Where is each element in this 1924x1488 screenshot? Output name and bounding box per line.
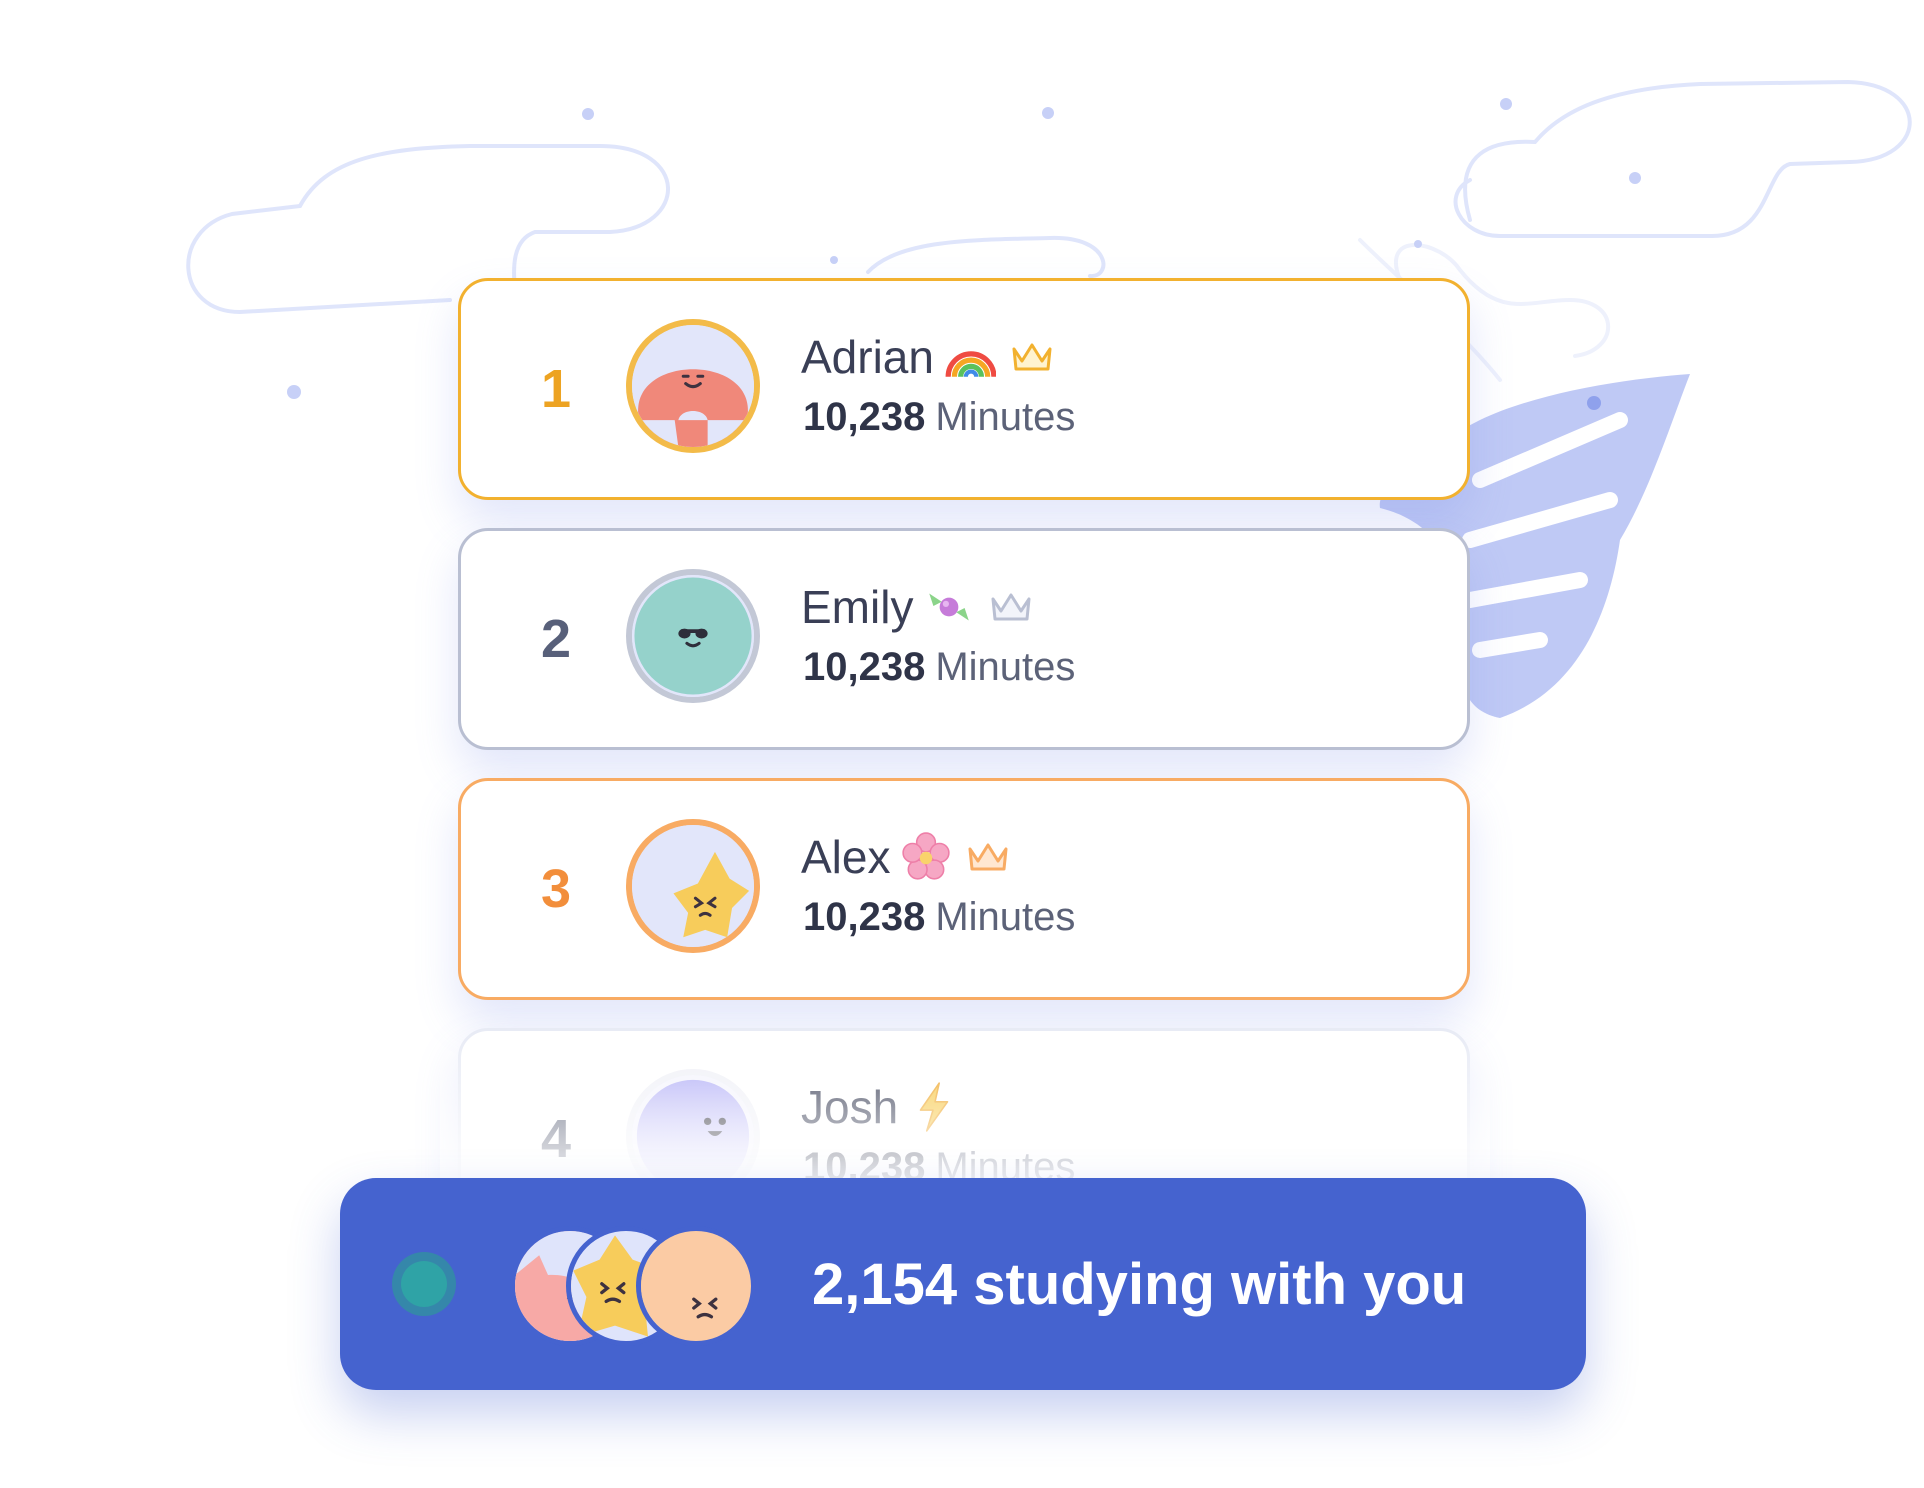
crown-icon [966, 839, 1010, 875]
minutes-value: 10,238 [803, 395, 926, 439]
user-avatar[interactable] [626, 569, 760, 703]
leaderboard-row-2[interactable]: 2 Emily 10,238 Minutes [458, 528, 1470, 750]
crown-icon [989, 589, 1033, 625]
user-name: Emily [801, 581, 914, 633]
minutes-unit: Minutes [935, 395, 1076, 439]
minutes-value: 10,238 [803, 645, 926, 689]
user-name: Josh [801, 1081, 899, 1133]
online-status-dot [392, 1252, 456, 1316]
candy-emoji [923, 581, 975, 633]
leaderboard-row-1[interactable]: 1 Adrian 10,238 Minutes [458, 278, 1470, 500]
user-avatar[interactable] [626, 819, 760, 953]
studying-with-you-banner[interactable]: 2,154 studying with you [340, 1178, 1586, 1390]
peach-blob-avatar [636, 1226, 756, 1346]
rank-number: 3 [540, 859, 572, 919]
rainbow-emoji [944, 331, 996, 383]
rank-number: 2 [540, 609, 572, 669]
minutes-unit: Minutes [935, 895, 1076, 939]
cherry-blossom-emoji [900, 831, 952, 883]
leaderboard-row-3[interactable]: 3 Alex 10,238 Minutes [458, 778, 1470, 1000]
studying-count-text: 2,154 studying with you [812, 1251, 1467, 1317]
avatar-stack [510, 1226, 760, 1346]
crown-icon [1010, 339, 1054, 375]
minutes-unit: Minutes [935, 645, 1076, 689]
user-avatar[interactable] [626, 319, 760, 453]
minutes-value: 10,238 [803, 895, 926, 939]
user-name: Alex [801, 831, 891, 883]
lightning-emoji [908, 1081, 960, 1133]
user-name: Adrian [801, 331, 934, 383]
rank-number: 1 [540, 359, 572, 419]
